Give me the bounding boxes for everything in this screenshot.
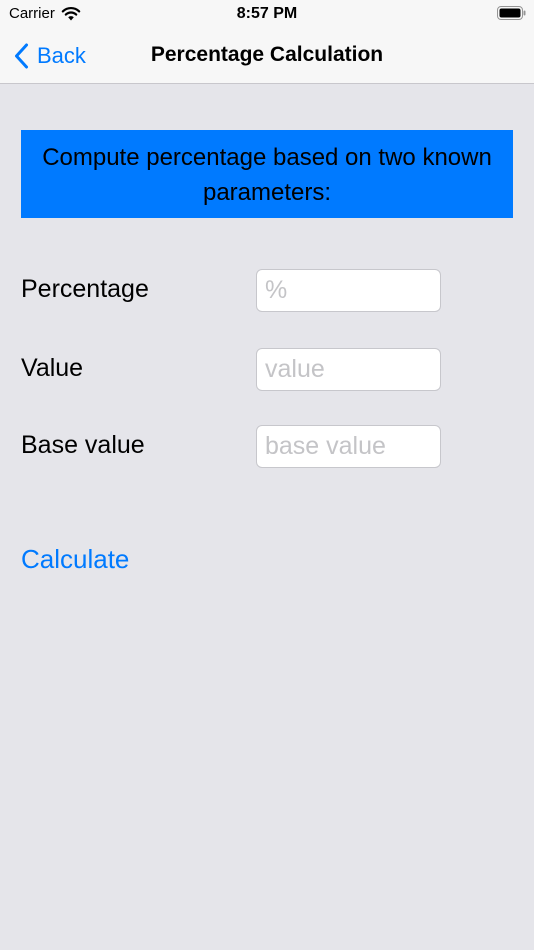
status-bar: Carrier 8:57 PM	[0, 0, 534, 30]
battery-full-icon	[497, 6, 526, 20]
base-value-label: Base value	[21, 431, 145, 459]
status-time: 8:57 PM	[236, 5, 298, 22]
base-value-input[interactable]	[256, 425, 441, 468]
percentage-input[interactable]	[256, 269, 441, 312]
instruction-banner: Compute percentage based on two known pa…	[21, 130, 513, 218]
calculate-button[interactable]: Calculate	[21, 544, 129, 575]
percentage-label: Percentage	[21, 275, 149, 303]
navigation-bar: Back Percentage Calculation	[0, 30, 534, 84]
value-label: Value	[21, 354, 84, 382]
value-input[interactable]	[256, 348, 441, 391]
page-title: Percentage Calculation	[150, 43, 384, 66]
